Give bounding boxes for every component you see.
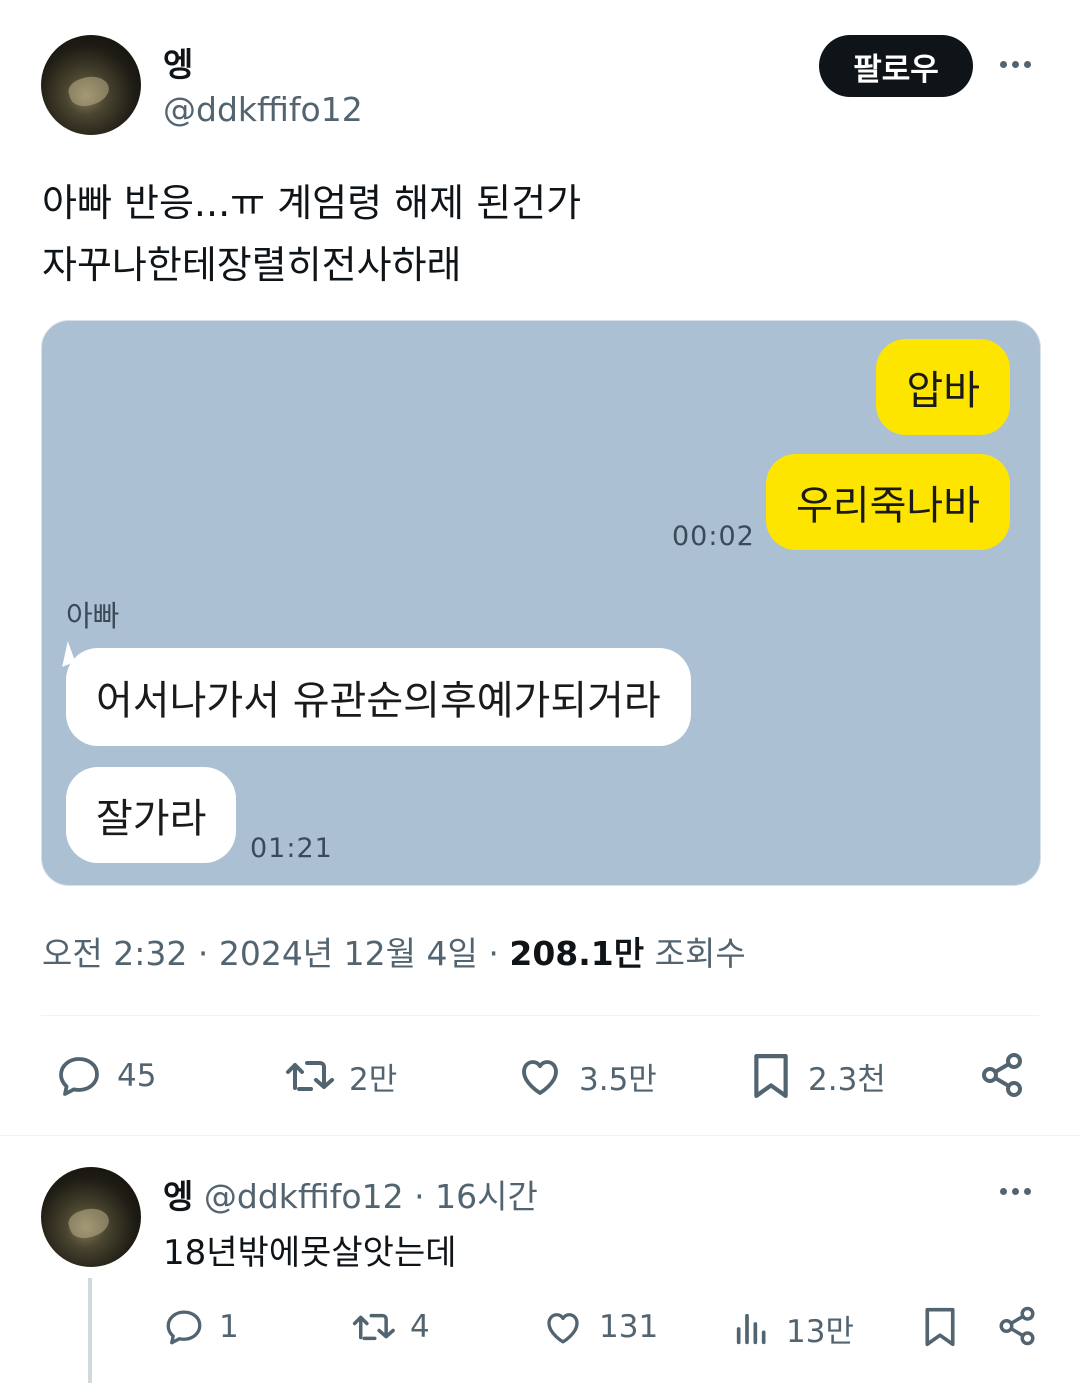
my-message-1: 압바: [876, 339, 1010, 435]
reply-like-count: 131: [599, 1309, 659, 1345]
reply-reply-count: 1: [219, 1309, 239, 1345]
reply-header: 엥 @ddkffifo12 · 16시간: [163, 1170, 538, 1218]
reply-views-count: 13만: [786, 1314, 854, 1350]
reply-views-button[interactable]: 13만: [732, 1306, 854, 1351]
chat-screenshot[interactable]: 압바 우리죽나바 00:02 아빠 어서나가서 유관순의후예가되거라 잘가라 0…: [41, 320, 1041, 886]
like-icon: [547, 1313, 579, 1344]
my-message-time: 00:02: [672, 521, 755, 552]
section-divider: [0, 1135, 1080, 1136]
reply-like-button[interactable]: 131: [541, 1306, 658, 1348]
more-icon[interactable]: [1000, 61, 1031, 68]
reply-text: 18년밖에못살앗는데: [163, 1233, 457, 1273]
reply-author-name[interactable]: 엥: [163, 1177, 193, 1216]
share-icon: [982, 1053, 1022, 1097]
post-text: 아빠 반응...ㅠ 계엄령 해제 된건가 자꾸나한테장렬히전사하래: [42, 181, 582, 287]
views-count: 208.1만: [509, 934, 645, 973]
like-count: 3.5만: [579, 1061, 657, 1098]
post-meta: 오전 2:32 · 2024년 12월 4일 · 208.1만 조회수: [42, 927, 746, 975]
views-icon: [736, 1313, 766, 1344]
reply-icon: [59, 1057, 99, 1096]
share-button[interactable]: [978, 1050, 1026, 1100]
reply-more-icon[interactable]: [1000, 1188, 1031, 1195]
post-time[interactable]: 오전 2:32: [42, 934, 187, 973]
repost-icon: [286, 1061, 334, 1091]
bookmark-count: 2.3천: [808, 1061, 886, 1098]
like-button[interactable]: 3.5만: [515, 1052, 657, 1100]
views-label: 조회수: [654, 934, 746, 973]
reply-author-handle[interactable]: @ddkffifo12: [204, 1177, 404, 1216]
divider: [41, 1015, 1039, 1016]
bookmark-icon: [925, 1307, 955, 1347]
reply-button[interactable]: 45: [55, 1052, 156, 1100]
author-name[interactable]: 엥: [163, 38, 193, 86]
reply-age[interactable]: 16시간: [435, 1177, 538, 1216]
reply-author-avatar[interactable]: [41, 1167, 141, 1267]
reply-share-button[interactable]: [996, 1304, 1038, 1348]
their-message-time: 01:21: [250, 833, 333, 864]
repost-icon: [352, 1313, 395, 1341]
sender-name: 아빠: [66, 599, 120, 633]
reply-count: 45: [117, 1058, 157, 1094]
post-date[interactable]: 2024년 12월 4일: [219, 934, 478, 973]
follow-button[interactable]: 팔로우: [819, 35, 973, 97]
thread-line: [88, 1278, 92, 1383]
repost-button[interactable]: 2만: [283, 1052, 397, 1100]
repost-count: 2만: [349, 1061, 398, 1098]
my-message-2: 우리죽나바: [766, 454, 1010, 550]
meta-separator: ·: [197, 934, 209, 973]
bookmark-button[interactable]: 2.3천: [748, 1050, 886, 1102]
author-handle[interactable]: @ddkffifo12: [163, 90, 363, 129]
share-icon: [999, 1306, 1035, 1346]
reply-repost-button[interactable]: 4: [350, 1306, 430, 1348]
meta-separator: ·: [488, 934, 499, 973]
reply-bookmark-button[interactable]: [920, 1304, 960, 1350]
author-avatar[interactable]: [41, 35, 141, 135]
reply-icon: [166, 1310, 202, 1345]
reply-separator: ·: [414, 1177, 425, 1216]
like-icon: [522, 1060, 558, 1095]
reply-repost-count: 4: [410, 1309, 430, 1345]
reply-reply-button[interactable]: 1: [163, 1306, 239, 1348]
their-message-2: 잘가라: [66, 767, 237, 863]
their-message-1: 어서나가서 유관순의후예가되거라: [66, 648, 691, 746]
bookmark-icon: [754, 1054, 788, 1098]
